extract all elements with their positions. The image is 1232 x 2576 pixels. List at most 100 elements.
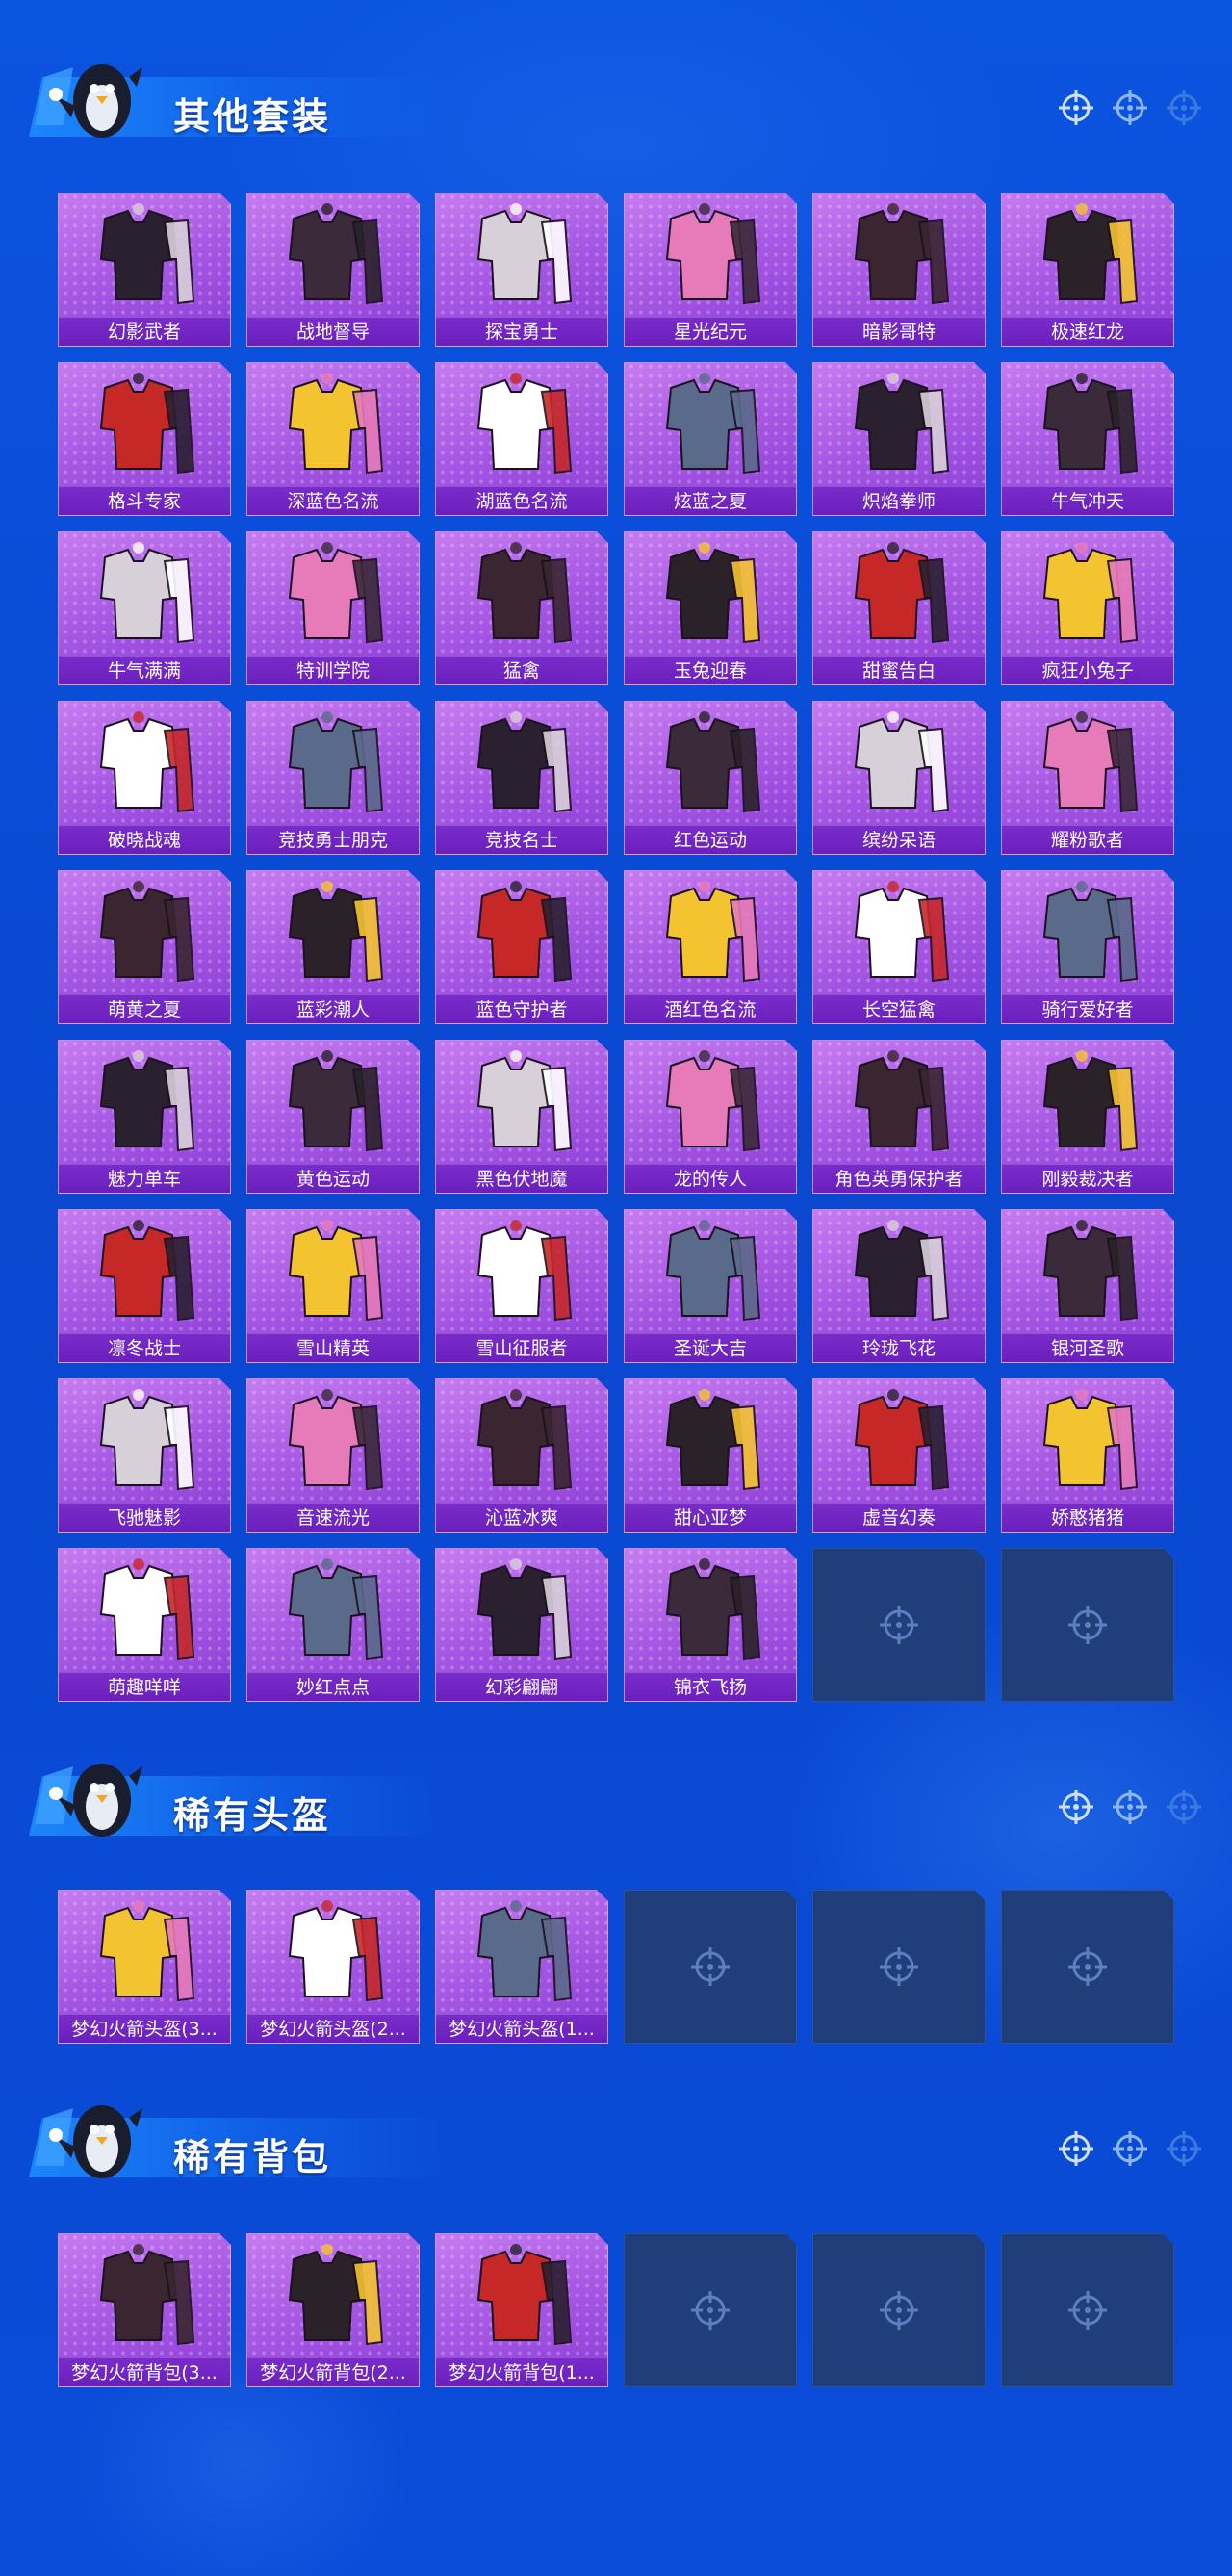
section-title: 稀有背包 <box>173 2136 332 2178</box>
outfit-card[interactable]: 角色英勇保护者 <box>812 1040 986 1194</box>
outfit-card[interactable]: 格斗专家 <box>58 362 231 516</box>
outfit-card[interactable]: 深蓝色名流 <box>246 362 420 516</box>
outfit-thumbnail-icon <box>665 1220 761 1322</box>
empty-slot <box>624 2233 797 2387</box>
outfit-label: 破晓战魂 <box>59 825 230 854</box>
outfit-thumbnail-icon <box>99 881 195 983</box>
outfit-thumbnail-icon <box>1042 373 1139 475</box>
outfit-card[interactable]: 疯狂小兔子 <box>1001 531 1174 685</box>
penguin-mascot-icon <box>35 2105 142 2178</box>
outfit-label: 极速红龙 <box>1002 317 1173 346</box>
outfit-thumbnail-icon <box>476 1220 573 1322</box>
outfit-card[interactable]: 魅力单车 <box>58 1040 231 1194</box>
outfit-card[interactable]: 梦幻火箭背包(1... <box>435 2233 608 2387</box>
section-other-outfits: 其他套装 幻影武者 战地督导 探宝勇士 星光纪元 暗影哥特 极速红龙 格斗专家 <box>0 48 1232 1702</box>
empty-slot <box>1001 1890 1174 2044</box>
outfit-card[interactable]: 竞技名士 <box>435 701 608 855</box>
outfit-card[interactable]: 梦幻火箭头盔(2... <box>246 1890 420 2044</box>
outfit-thumbnail-icon <box>476 1050 573 1152</box>
outfit-card[interactable]: 牛气满满 <box>58 531 231 685</box>
outfit-label: 蓝色守护者 <box>436 994 607 1023</box>
outfit-card[interactable]: 特训学院 <box>246 531 420 685</box>
outfit-card[interactable]: 骑行爱好者 <box>1001 870 1174 1024</box>
outfit-label: 红色运动 <box>625 825 796 854</box>
outfit-card[interactable]: 黄色运动 <box>246 1040 420 1194</box>
outfit-thumbnail-icon <box>288 373 384 475</box>
outfit-card[interactable]: 红色运动 <box>624 701 797 855</box>
crosshair-icon <box>1167 2131 1201 2166</box>
outfit-card[interactable]: 牛气冲天 <box>1001 362 1174 516</box>
outfit-card[interactable]: 炫蓝之夏 <box>624 362 797 516</box>
outfit-thumbnail-icon <box>854 203 950 305</box>
outfit-card[interactable]: 极速红龙 <box>1001 193 1174 347</box>
outfit-label: 探宝勇士 <box>436 317 607 346</box>
outfit-card[interactable]: 甜心亚梦 <box>624 1378 797 1533</box>
outfit-card[interactable]: 缤纷呆语 <box>812 701 986 855</box>
outfit-card[interactable]: 萌趣咩咩 <box>58 1548 231 1702</box>
outfit-card[interactable]: 梦幻火箭头盔(1... <box>435 1890 608 2044</box>
outfit-card[interactable]: 战地督导 <box>246 193 420 347</box>
outfit-label: 梦幻火箭背包(1... <box>436 2357 607 2386</box>
outfit-card[interactable]: 雪山征服者 <box>435 1209 608 1363</box>
outfit-card[interactable]: 沁蓝冰爽 <box>435 1378 608 1533</box>
crosshair-placeholder-icon <box>1068 2291 1107 2330</box>
outfit-thumbnail-icon <box>288 2244 384 2346</box>
outfit-card[interactable]: 炽焰拳师 <box>812 362 986 516</box>
outfit-card[interactable]: 暗影哥特 <box>812 193 986 347</box>
outfit-card[interactable]: 银河圣歌 <box>1001 1209 1174 1363</box>
outfit-card[interactable]: 长空猛禽 <box>812 870 986 1024</box>
outfit-card[interactable]: 黑色伏地魔 <box>435 1040 608 1194</box>
outfit-card[interactable]: 玉兔迎春 <box>624 531 797 685</box>
outfit-card[interactable]: 雪山精英 <box>246 1209 420 1363</box>
outfit-thumbnail-icon <box>854 1389 950 1491</box>
outfit-card[interactable]: 幻彩翩翩 <box>435 1548 608 1702</box>
outfit-label: 沁蓝冰爽 <box>436 1503 607 1532</box>
outfit-card[interactable]: 音速流光 <box>246 1378 420 1533</box>
outfit-card[interactable]: 竞技勇士朋克 <box>246 701 420 855</box>
outfit-card[interactable]: 幻影武者 <box>58 193 231 347</box>
outfit-label: 深蓝色名流 <box>247 486 419 515</box>
outfit-card[interactable]: 梦幻火箭背包(3... <box>58 2233 231 2387</box>
outfit-card[interactable]: 刚毅裁决者 <box>1001 1040 1174 1194</box>
outfit-card[interactable]: 猛禽 <box>435 531 608 685</box>
outfit-card[interactable]: 星光纪元 <box>624 193 797 347</box>
outfit-card[interactable]: 酒红色名流 <box>624 870 797 1024</box>
outfit-card[interactable]: 耀粉歌者 <box>1001 701 1174 855</box>
outfit-thumbnail-icon <box>665 542 761 644</box>
outfit-thumbnail-icon <box>1042 1389 1139 1491</box>
outfit-thumbnail-icon <box>288 1220 384 1322</box>
outfit-card[interactable]: 锦衣飞扬 <box>624 1548 797 1702</box>
outfit-card[interactable]: 圣诞大吉 <box>624 1209 797 1363</box>
crosshair-placeholder-icon <box>1068 1606 1107 1644</box>
outfit-label: 妙红点点 <box>247 1672 419 1701</box>
outfit-label: 梦幻火箭头盔(1... <box>436 2014 607 2043</box>
crosshair-icon <box>1167 90 1201 125</box>
outfit-card[interactable]: 湖蓝色名流 <box>435 362 608 516</box>
outfit-card[interactable]: 凛冬战士 <box>58 1209 231 1363</box>
outfit-label: 暗影哥特 <box>813 317 985 346</box>
outfit-card[interactable]: 萌黄之夏 <box>58 870 231 1024</box>
outfit-thumbnail-icon <box>99 1050 195 1152</box>
outfit-thumbnail-icon <box>665 373 761 475</box>
outfit-card[interactable]: 蓝色守护者 <box>435 870 608 1024</box>
crosshair-decor <box>1057 89 1203 127</box>
outfit-card[interactable]: 虚音幻奏 <box>812 1378 986 1533</box>
crosshair-icon <box>1167 1790 1201 1824</box>
outfit-card[interactable]: 龙的传人 <box>624 1040 797 1194</box>
outfit-thumbnail-icon <box>854 1220 950 1322</box>
outfit-card[interactable]: 梦幻火箭头盔(3... <box>58 1890 231 2044</box>
outfit-card[interactable]: 梦幻火箭背包(2... <box>246 2233 420 2387</box>
outfit-card[interactable]: 破晓战魂 <box>58 701 231 855</box>
outfit-card[interactable]: 甜蜜告白 <box>812 531 986 685</box>
outfit-card[interactable]: 蓝彩潮人 <box>246 870 420 1024</box>
outfit-label: 雪山精英 <box>247 1333 419 1362</box>
outfit-card[interactable]: 妙红点点 <box>246 1548 420 1702</box>
outfit-card[interactable]: 探宝勇士 <box>435 193 608 347</box>
outfit-label: 梦幻火箭背包(3... <box>59 2357 230 2386</box>
outfit-label: 刚毅裁决者 <box>1002 1164 1173 1193</box>
outfit-thumbnail-icon <box>854 881 950 983</box>
outfit-thumbnail-icon <box>854 542 950 644</box>
outfit-card[interactable]: 娇憨猪猪 <box>1001 1378 1174 1533</box>
outfit-card[interactable]: 飞驰魅影 <box>58 1378 231 1533</box>
outfit-card[interactable]: 玲珑飞花 <box>812 1209 986 1363</box>
